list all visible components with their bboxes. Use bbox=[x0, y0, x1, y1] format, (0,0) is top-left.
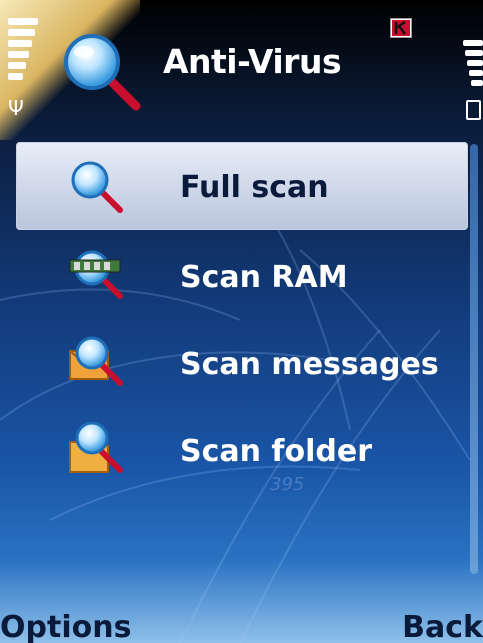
antenna-icon: Ψ bbox=[8, 96, 24, 120]
menu-item-label: Full scan bbox=[180, 170, 329, 205]
menu-item-label: Scan RAM bbox=[180, 260, 348, 295]
scan-ram-icon bbox=[68, 248, 128, 302]
options-softkey[interactable]: Options bbox=[0, 610, 131, 643]
scrollbar[interactable] bbox=[470, 144, 478, 574]
menu-item-label: Scan messages bbox=[180, 347, 439, 382]
menu-item-scan-ram[interactable]: Scan RAM bbox=[16, 230, 468, 317]
back-softkey[interactable]: Back bbox=[402, 610, 483, 643]
kaspersky-k-icon bbox=[390, 18, 412, 38]
scan-messages-icon bbox=[68, 335, 128, 389]
scan-folder-icon bbox=[68, 421, 128, 476]
menu-item-scan-messages[interactable]: Scan messages bbox=[16, 317, 468, 404]
app-title: Anti-Virus bbox=[163, 42, 342, 81]
menu-item-scan-folder[interactable]: Scan folder bbox=[16, 404, 468, 491]
full-scan-magnifier-icon bbox=[68, 160, 128, 214]
magnifier-icon bbox=[60, 30, 144, 118]
menu-item-label: Scan folder bbox=[180, 434, 372, 469]
battery-level-icon bbox=[459, 40, 483, 90]
signal-strength-icon bbox=[8, 18, 40, 84]
phone-screen: 395 Ψ Anti-Virus Full scan Scan RAM Scan… bbox=[0, 0, 483, 643]
scan-menu: Full scan Scan RAM Scan messages Scan fo… bbox=[16, 142, 468, 491]
battery-icon bbox=[466, 100, 481, 120]
softkey-bar: Options Back bbox=[0, 602, 483, 643]
menu-item-full-scan[interactable]: Full scan bbox=[16, 142, 468, 230]
